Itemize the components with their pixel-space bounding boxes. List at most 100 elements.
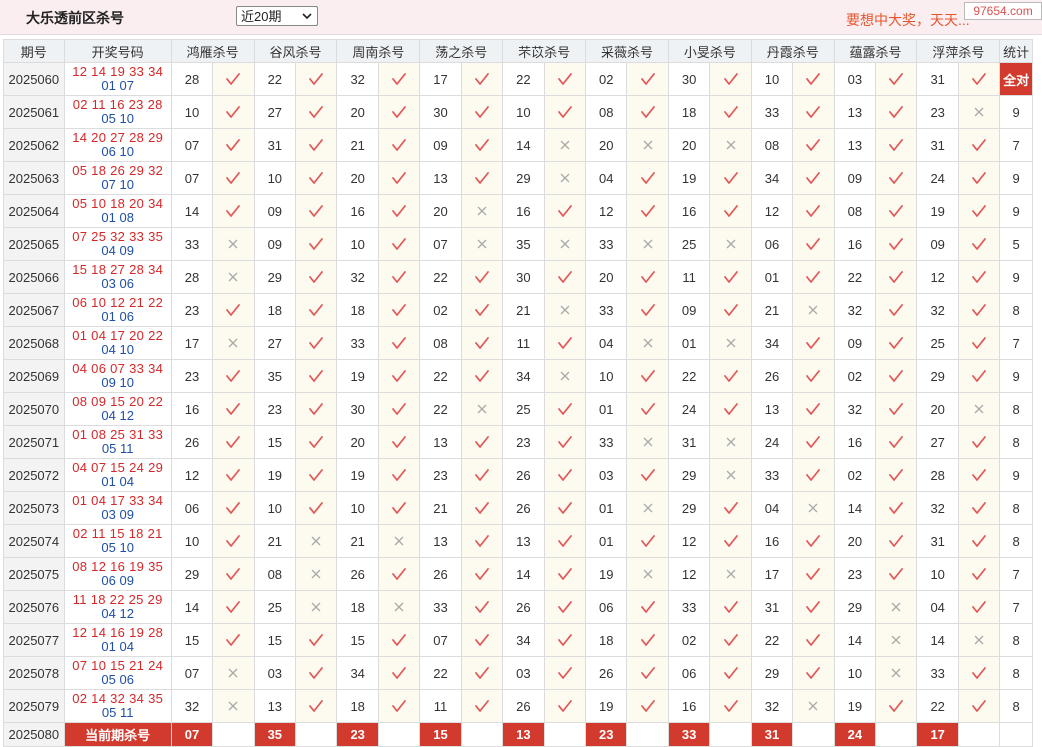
kill-number: 01 bbox=[667, 326, 711, 360]
kill-correct-mark bbox=[377, 326, 421, 360]
kill-correct-mark bbox=[709, 260, 752, 294]
kill-correct-mark bbox=[295, 326, 338, 360]
current-kill-number: 17 bbox=[916, 722, 959, 747]
kill-correct-mark bbox=[460, 458, 504, 492]
column-header: 采薇杀号 bbox=[585, 39, 669, 63]
check-icon bbox=[806, 370, 821, 382]
hit-count: 8 bbox=[999, 689, 1033, 723]
check-icon bbox=[557, 271, 572, 283]
kill-correct-mark bbox=[875, 95, 918, 129]
issue-number: 2025062 bbox=[3, 128, 65, 162]
kill-correct-mark bbox=[377, 392, 421, 426]
kill-correct-mark bbox=[212, 623, 255, 657]
kill-correct-mark bbox=[626, 689, 669, 723]
check-icon bbox=[309, 667, 324, 679]
kill-number: 22 bbox=[419, 392, 462, 426]
check-icon bbox=[889, 139, 904, 151]
kill-number: 25 bbox=[502, 392, 545, 426]
check-icon bbox=[806, 205, 821, 217]
kill-number: 16 bbox=[750, 524, 794, 558]
check-icon bbox=[309, 436, 324, 448]
issue-number: 2025070 bbox=[3, 392, 65, 426]
table-row: 2025075 08 12 16 19 35 06 09 29 08 26 26 14 19 12… bbox=[3, 557, 1033, 591]
kill-correct-mark bbox=[212, 524, 255, 558]
check-icon bbox=[972, 238, 987, 250]
check-icon bbox=[392, 469, 407, 481]
issue-number: 2025073 bbox=[3, 491, 65, 525]
kill-number: 12 bbox=[916, 260, 959, 294]
draw-numbers: 12 14 19 33 34 01 07 bbox=[63, 62, 172, 96]
kill-number: 22 bbox=[419, 656, 462, 690]
kill-wrong-mark bbox=[543, 128, 587, 162]
check-icon bbox=[392, 337, 407, 349]
table-row: 2025062 14 20 27 28 29 06 10 07 31 21 09 14 20 20… bbox=[3, 128, 1033, 162]
page-title: 大乐透前区杀号 bbox=[26, 10, 124, 26]
period-range-select[interactable]: 近20期 bbox=[236, 6, 318, 26]
kill-number-table: 期号 开奖号码 鸿雁杀号 谷风杀号 周南杀号 荡之杀号 芣苡杀号 采薇杀号 小旻杀号 丹霞杀号 蕴露… bbox=[3, 39, 1033, 747]
check-icon bbox=[889, 436, 904, 448]
kill-number: 29 bbox=[667, 458, 711, 492]
kill-number: 04 bbox=[585, 161, 628, 195]
cross-icon bbox=[560, 239, 570, 249]
check-icon bbox=[723, 304, 738, 316]
kill-correct-mark bbox=[626, 260, 669, 294]
check-icon bbox=[392, 139, 407, 151]
kill-correct-mark bbox=[875, 689, 918, 723]
check-icon bbox=[475, 535, 489, 547]
draw-numbers: 11 18 22 25 29 04 12 bbox=[63, 590, 172, 624]
kill-number: 28 bbox=[170, 62, 214, 96]
kill-number: 12 bbox=[667, 524, 711, 558]
check-icon bbox=[226, 106, 241, 118]
kill-correct-mark bbox=[543, 590, 587, 624]
kill-number: 14 bbox=[502, 128, 545, 162]
hit-count: 8 bbox=[999, 392, 1033, 426]
column-header: 鸿雁杀号 bbox=[170, 39, 255, 63]
kill-number: 34 bbox=[336, 656, 379, 690]
kill-correct-mark bbox=[212, 425, 255, 459]
kill-number: 03 bbox=[253, 656, 297, 690]
check-icon bbox=[309, 469, 324, 481]
check-icon bbox=[475, 568, 489, 580]
kill-number: 26 bbox=[750, 359, 794, 393]
kill-correct-mark bbox=[875, 194, 918, 228]
kill-correct-mark bbox=[460, 557, 504, 591]
kill-correct-mark bbox=[377, 227, 421, 261]
check-icon bbox=[723, 172, 738, 184]
kill-number: 08 bbox=[750, 128, 794, 162]
kill-correct-mark bbox=[295, 623, 338, 657]
front-zone-numbers: 04 07 15 24 29 bbox=[72, 460, 164, 475]
kill-correct-mark bbox=[212, 161, 255, 195]
kill-correct-mark bbox=[295, 458, 338, 492]
draw-numbers: 01 04 17 20 22 04 10 bbox=[63, 326, 172, 360]
kill-number: 22 bbox=[419, 260, 462, 294]
column-header: 统计 bbox=[999, 39, 1033, 63]
current-kill-number: 23 bbox=[585, 722, 628, 747]
kill-number: 21 bbox=[750, 293, 794, 327]
kill-number: 22 bbox=[502, 62, 545, 96]
kill-correct-mark bbox=[460, 359, 504, 393]
kill-number: 21 bbox=[253, 524, 297, 558]
kill-number: 01 bbox=[750, 260, 794, 294]
cross-icon bbox=[891, 668, 901, 678]
kill-number: 32 bbox=[750, 689, 794, 723]
cross-icon bbox=[643, 338, 653, 348]
cross-icon bbox=[228, 239, 238, 249]
kill-number: 18 bbox=[585, 623, 628, 657]
kill-number: 10 bbox=[585, 359, 628, 393]
kill-correct-mark bbox=[875, 293, 918, 327]
kill-correct-mark bbox=[626, 95, 669, 129]
check-icon bbox=[889, 304, 904, 316]
check-icon bbox=[640, 403, 655, 415]
kill-number: 27 bbox=[916, 425, 959, 459]
check-icon bbox=[475, 106, 489, 118]
draw-numbers: 04 07 15 24 29 01 04 bbox=[63, 458, 172, 492]
check-icon bbox=[806, 469, 821, 481]
kill-number: 18 bbox=[253, 293, 297, 327]
check-icon bbox=[806, 535, 821, 547]
kill-correct-mark bbox=[792, 194, 835, 228]
kill-correct-mark bbox=[460, 656, 504, 690]
table-row: 2025072 04 07 15 24 29 01 04 12 19 19 23 26 03 29… bbox=[3, 458, 1033, 492]
kill-number: 15 bbox=[253, 623, 297, 657]
front-zone-numbers: 15 18 27 28 34 bbox=[72, 262, 164, 277]
cross-icon bbox=[643, 569, 653, 579]
